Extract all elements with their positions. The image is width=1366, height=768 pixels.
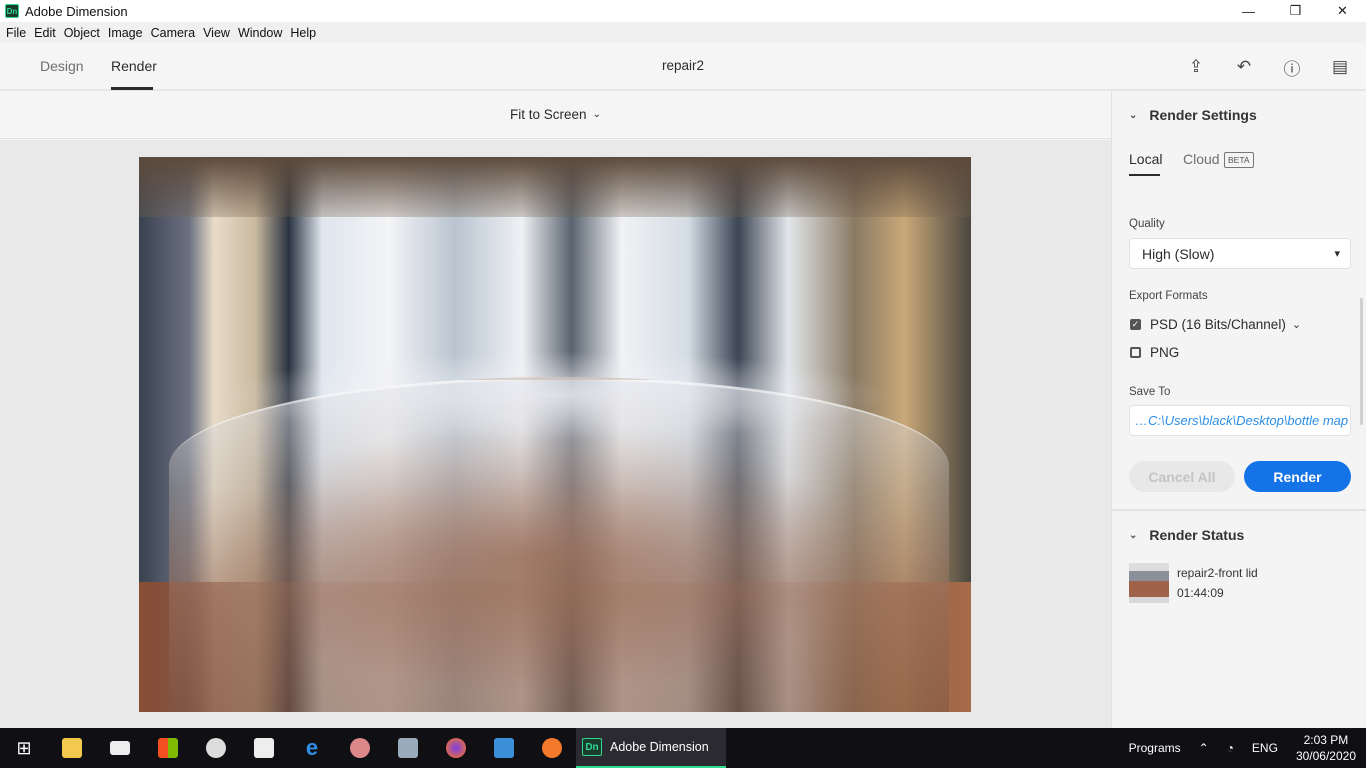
taskbar: ⊞ e Dn Adobe Dimension Programs ⌃ ◔ ENG … xyxy=(0,728,1366,768)
section-divider xyxy=(1112,509,1366,511)
render-item-time: 01:44:09 xyxy=(1177,586,1224,600)
taskbar-adobe-dimension[interactable]: Dn Adobe Dimension xyxy=(576,728,726,768)
quality-value: High (Slow) xyxy=(1142,245,1215,262)
photos-icon[interactable] xyxy=(384,728,432,768)
png-checkbox[interactable]: PNG xyxy=(1130,345,1179,360)
render-preview-image xyxy=(139,157,971,712)
menu-camera[interactable]: Camera xyxy=(147,26,199,40)
menu-file[interactable]: File xyxy=(2,26,30,40)
menu-window[interactable]: Window xyxy=(234,26,286,40)
blender-icon[interactable] xyxy=(528,728,576,768)
menu-help[interactable]: Help xyxy=(286,26,320,40)
app-logo-icon: Dn xyxy=(5,4,19,18)
cancel-all-button[interactable]: Cancel All xyxy=(1129,461,1235,492)
clock-time: 2:03 PM xyxy=(1303,733,1349,747)
close-button[interactable]: ✕ xyxy=(1319,0,1366,22)
window-title: Adobe Dimension xyxy=(25,3,128,19)
app-header: Design Render repair2 ⇪ ↶ ⓘ ▤ xyxy=(0,43,1366,91)
beta-badge: BETA xyxy=(1224,152,1254,168)
png-label: PNG xyxy=(1150,345,1180,360)
render-status-header[interactable]: ⌄ Render Status xyxy=(1129,527,1244,543)
view-toolbar: Fit to Screen ⌄ xyxy=(0,91,1111,139)
store-icon[interactable] xyxy=(144,728,192,768)
control-panel-icon[interactable] xyxy=(480,728,528,768)
tab-local[interactable]: Local xyxy=(1129,151,1162,167)
chevron-down-icon: ⌄ xyxy=(1129,109,1138,121)
undo-icon[interactable]: ↶ xyxy=(1232,55,1256,79)
title-bar: Dn Adobe Dimension — ❐ ✕ xyxy=(0,0,1366,22)
render-settings-header[interactable]: ⌄ Render Settings xyxy=(1129,107,1257,123)
maximize-button[interactable]: ❐ xyxy=(1272,0,1319,22)
menu-bar: File Edit Object Image Camera View Windo… xyxy=(0,22,1366,43)
file-explorer-icon[interactable] xyxy=(48,728,96,768)
chevron-down-icon[interactable]: ⌄ xyxy=(593,109,601,120)
paint-icon[interactable] xyxy=(336,728,384,768)
firefox-icon[interactable] xyxy=(432,728,480,768)
wifi-icon[interactable]: ◔ xyxy=(1227,741,1234,755)
help-icon[interactable]: ⓘ xyxy=(1280,55,1304,79)
render-panel: ⌄ Render Settings Local Cloud BETA Quali… xyxy=(1111,91,1366,728)
render-button[interactable]: Render xyxy=(1244,461,1351,492)
menu-edit[interactable]: Edit xyxy=(30,26,60,40)
clock[interactable]: 2:03 PM 30/06/2020 xyxy=(1296,732,1356,764)
psd-label: PSD (16 Bits/Channel) xyxy=(1150,317,1286,332)
tab-cloud[interactable]: Cloud xyxy=(1183,151,1220,167)
active-tab-indicator xyxy=(1129,174,1160,176)
taskbar-app-label: Adobe Dimension xyxy=(610,740,709,754)
minimize-button[interactable]: — xyxy=(1225,0,1272,22)
share-icon[interactable]: ⇪ xyxy=(1184,55,1208,79)
windows-start-icon[interactable]: ⊞ xyxy=(0,728,48,768)
render-settings-title: Render Settings xyxy=(1149,107,1257,123)
render-thumbnail[interactable] xyxy=(1129,563,1169,603)
edge-icon[interactable]: e xyxy=(288,728,336,768)
checkbox-checked-icon: ✓ xyxy=(1130,319,1141,330)
calendar-icon[interactable] xyxy=(240,728,288,768)
unreal-engine-icon[interactable] xyxy=(192,728,240,768)
render-canvas xyxy=(0,140,1111,728)
feedback-icon[interactable]: ▤ xyxy=(1328,55,1352,79)
programs-toolbar[interactable]: Programs xyxy=(1129,741,1181,755)
render-status-title: Render Status xyxy=(1149,527,1245,543)
document-title: repair2 xyxy=(661,58,705,73)
menu-view[interactable]: View xyxy=(199,26,234,40)
save-to-label: Save To xyxy=(1129,386,1171,398)
chevron-down-icon[interactable]: ⌄ xyxy=(1292,318,1301,331)
quality-select[interactable]: High (Slow) ▾ xyxy=(1129,238,1351,269)
psd-checkbox[interactable]: ✓ PSD (16 Bits/Channel) ⌄ xyxy=(1130,317,1301,332)
menu-image[interactable]: Image xyxy=(104,26,147,40)
language-indicator[interactable]: ENG xyxy=(1252,741,1278,755)
menu-object[interactable]: Object xyxy=(60,26,104,40)
zoom-dropdown[interactable]: Fit to Screen xyxy=(510,107,587,122)
chevron-down-icon: ⌄ xyxy=(1129,529,1138,541)
save-to-path-field[interactable]: …C:\Users\black\Desktop\bottle map xyxy=(1129,405,1351,436)
active-tab-indicator xyxy=(111,87,153,90)
render-item-name: repair2-front lid xyxy=(1177,566,1258,580)
panel-scrollbar[interactable] xyxy=(1360,298,1363,425)
chevron-down-icon: ▾ xyxy=(1334,248,1340,260)
export-formats-label: Export Formats xyxy=(1129,290,1208,302)
show-hidden-icons[interactable]: ⌃ xyxy=(1199,741,1209,755)
checkbox-unchecked-icon xyxy=(1130,347,1141,358)
mail-icon[interactable] xyxy=(96,728,144,768)
quality-label: Quality xyxy=(1129,218,1165,230)
clock-date: 30/06/2020 xyxy=(1295,749,1356,763)
dimension-app-icon: Dn xyxy=(582,738,602,756)
